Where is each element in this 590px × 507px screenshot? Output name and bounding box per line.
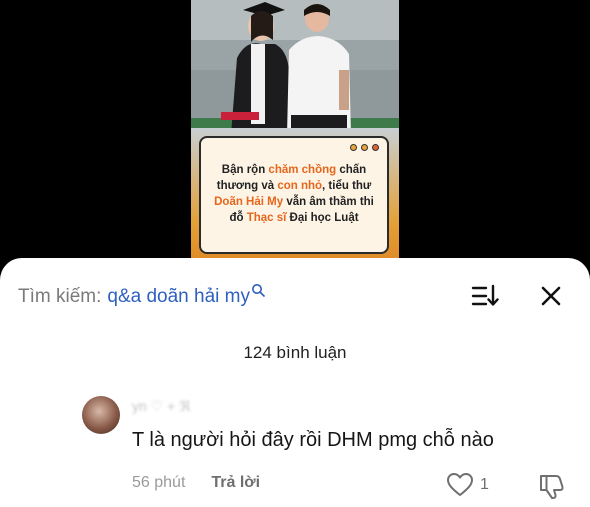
headline-text: Đại học Luật <box>286 212 359 224</box>
dot-icon <box>361 144 368 151</box>
headline-highlight: Doãn Hải My <box>214 196 284 208</box>
comment-count: 124 bình luận <box>243 343 347 362</box>
video-banner: Bận rộn chăm chồng chấn thương và con nh… <box>191 128 399 262</box>
dislike-icon[interactable] <box>537 472 565 500</box>
title-card: Bận rộn chăm chồng chấn thương và con nh… <box>199 136 389 254</box>
headline-highlight: chăm chồng <box>268 164 337 176</box>
window-dots <box>350 144 379 151</box>
headline-text: Bận rộn <box>221 164 269 176</box>
comment-meta: 56 phút Trả lời <box>132 474 260 492</box>
headline-text: , tiểu thư <box>322 180 372 192</box>
banner-headline: Bận rộn chăm chồng chấn thương và con nh… <box>207 162 381 226</box>
avatar[interactable] <box>82 396 120 434</box>
dot-icon <box>350 144 357 151</box>
comments-sheet: Tìm kiếm: q&a doãn hải my 124 bình luận … <box>0 258 590 507</box>
comment-username[interactable]: yn ♡ + ℜ <box>132 398 191 415</box>
close-icon[interactable] <box>539 284 563 308</box>
video-photo <box>191 0 399 135</box>
search-label: Tìm kiếm: <box>18 286 102 307</box>
heart-icon[interactable] <box>446 472 474 498</box>
search-query[interactable]: q&a doãn hải my <box>107 286 250 308</box>
headline-highlight: con nhỏ <box>277 180 323 192</box>
like-count: 1 <box>480 476 489 493</box>
comment-time: 56 phút <box>132 474 186 491</box>
comment-text: T là người hỏi đây rồi DHM pmg chỗ nào <box>132 429 494 451</box>
dot-icon <box>372 144 379 151</box>
sort-icon[interactable] <box>471 284 499 308</box>
reply-button[interactable]: Trả lời <box>211 474 260 492</box>
search-icon[interactable] <box>251 283 265 297</box>
search-bar[interactable]: Tìm kiếm: q&a doãn hải my <box>18 284 265 310</box>
video-preview[interactable]: Bận rộn chăm chồng chấn thương và con nh… <box>191 0 399 262</box>
headline-highlight: Thạc sĩ <box>246 212 287 224</box>
